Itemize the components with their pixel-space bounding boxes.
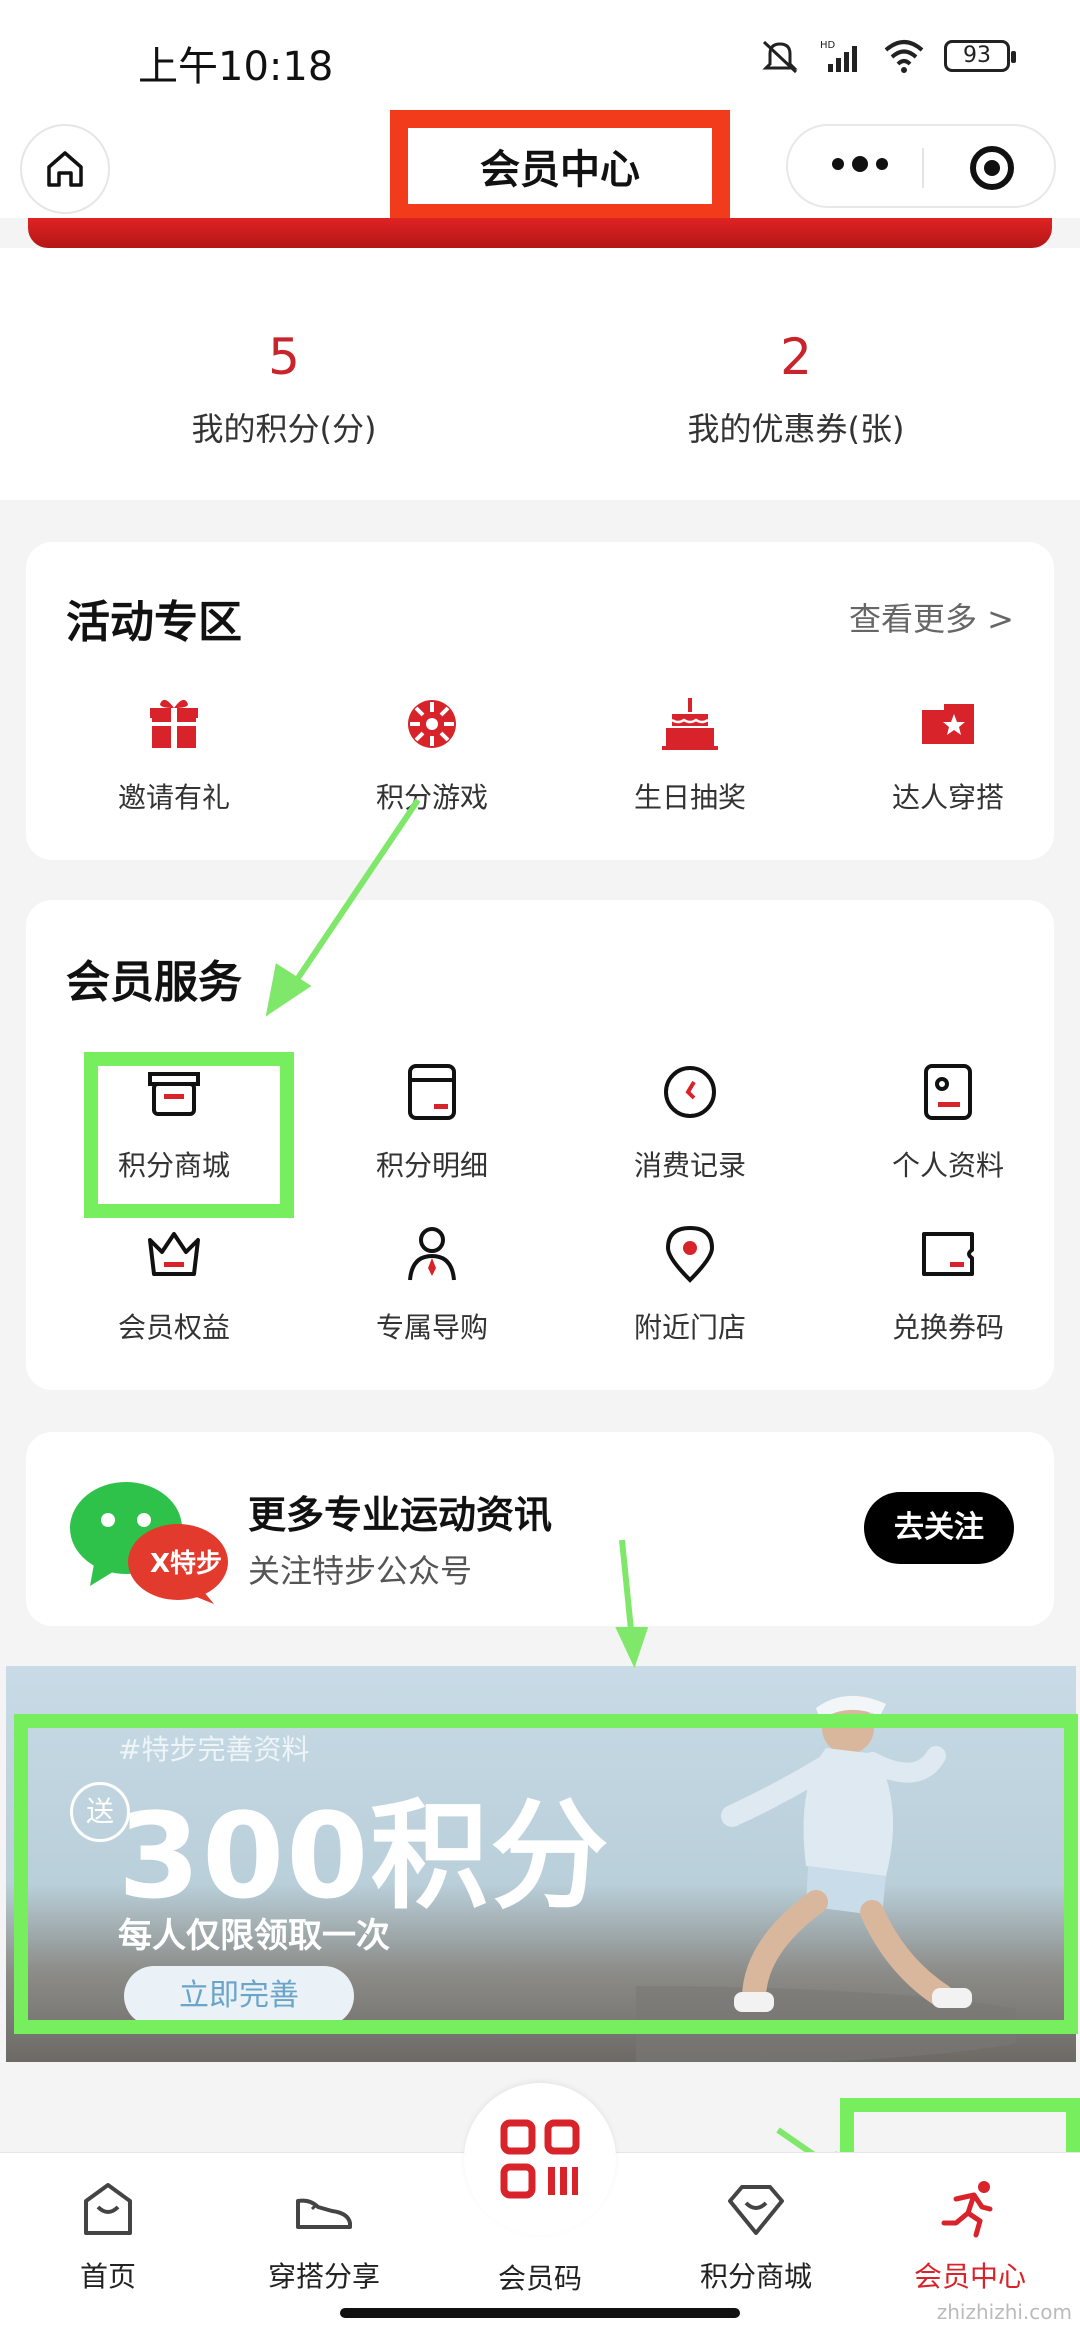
diamond-bag-icon [728, 2185, 784, 2235]
runner-icon [941, 2181, 993, 2238]
tab-home[interactable]: 首页 [8, 2177, 208, 2295]
tab-outfit-share[interactable]: 穿搭分享 [224, 2177, 424, 2295]
home-bag-icon [84, 2183, 132, 2235]
annotation-arrows [265, 798, 859, 2185]
shoe-icon [296, 2198, 352, 2229]
tab-member-code[interactable] [464, 2083, 616, 2235]
tab-label: 会员码 [497, 2262, 582, 2295]
tab-label: 会员中心 [913, 2260, 1026, 2293]
home-indicator[interactable] [340, 2308, 740, 2318]
qr-code-icon [500, 2119, 580, 2199]
tab-label: 穿搭分享 [267, 2260, 380, 2293]
tab-member-center[interactable]: 会员中心 [870, 2177, 1070, 2295]
tab-label: 积分商城 [699, 2260, 812, 2293]
tab-points-mall[interactable]: 积分商城 [656, 2177, 856, 2295]
watermark-text: zhizhizhi.com [936, 2300, 1072, 2324]
tab-label: 首页 [79, 2260, 136, 2293]
